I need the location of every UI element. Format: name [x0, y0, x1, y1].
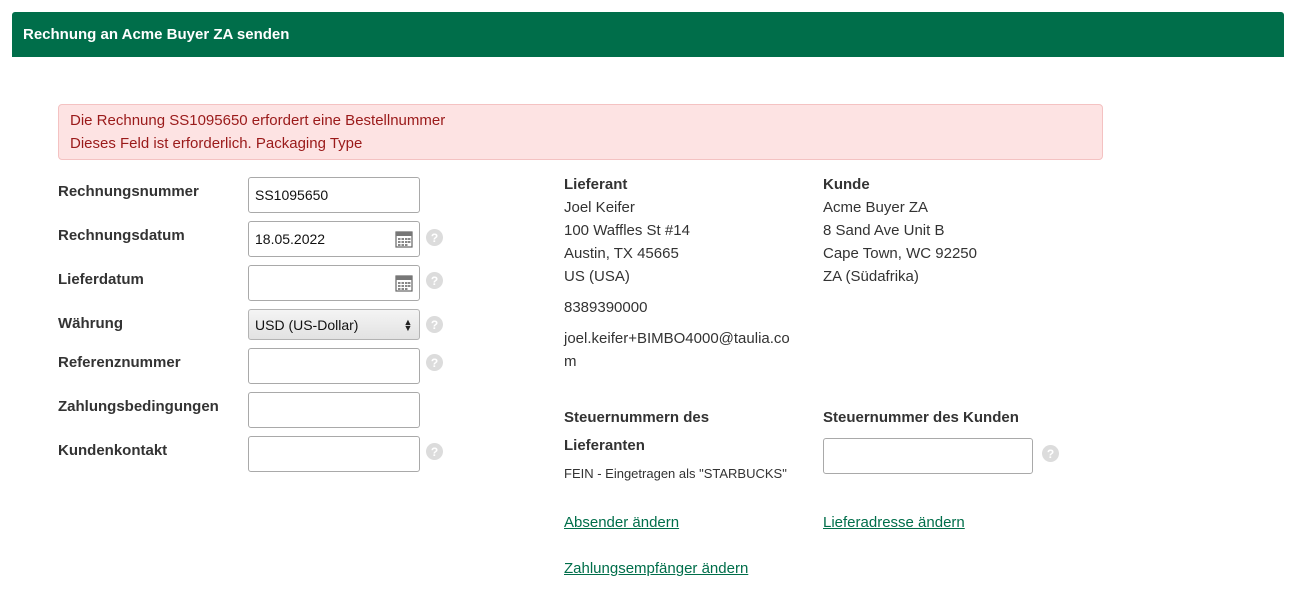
label-delivery-date: Lieferdatum	[58, 271, 144, 288]
change-delivery-address-link[interactable]: Lieferadresse ändern	[823, 514, 965, 531]
invoice-date-input[interactable]: 18.05.2022	[248, 221, 420, 257]
error-message-po: Die Rechnung SS1095650 erfordert eine Be…	[70, 112, 446, 129]
label-currency: Währung	[58, 315, 123, 332]
supplier-email-line1: joel.keifer+BIMBO4000@taulia.co	[564, 330, 790, 347]
dialog-title: Rechnung an Acme Buyer ZA senden	[23, 26, 290, 43]
customer-street: 8 Sand Ave Unit B	[823, 222, 945, 239]
customer-contact-input[interactable]	[248, 436, 420, 472]
help-icon-customer-tax[interactable]: ?	[1042, 445, 1059, 462]
error-message-required: Dieses Feld ist erforderlich. Packaging …	[70, 135, 363, 152]
customer-city: Cape Town, WC 92250	[823, 245, 977, 262]
supplier-tax-heading-line2: Lieferanten	[564, 437, 645, 454]
invoice-number-value: SS1095650	[255, 187, 329, 203]
supplier-tax-value: FEIN - Eingetragen als "STARBUCKS"	[564, 466, 787, 481]
calendar-icon[interactable]	[395, 274, 413, 292]
supplier-phone: 8389390000	[564, 299, 648, 316]
invoice-date-value: 18.05.2022	[255, 231, 326, 247]
calendar-icon[interactable]	[395, 230, 413, 248]
label-customer-contact: Kundenkontakt	[58, 442, 168, 459]
delivery-date-input[interactable]	[248, 265, 420, 301]
help-icon-reference-number[interactable]: ?	[426, 354, 443, 371]
label-invoice-number: Rechnungsnummer	[58, 183, 199, 200]
supplier-city: Austin, TX 45665	[564, 245, 679, 262]
error-alert: Die Rechnung SS1095650 erfordert eine Be…	[58, 104, 1103, 160]
supplier-email-line2: m	[564, 353, 577, 370]
customer-heading: Kunde	[823, 176, 870, 193]
supplier-country: US (USA)	[564, 268, 630, 285]
supplier-street: 100 Waffles St #14	[564, 222, 690, 239]
help-icon-customer-contact[interactable]: ?	[426, 443, 443, 460]
invoice-number-input[interactable]: SS1095650	[248, 177, 420, 213]
help-icon-invoice-date[interactable]: ?	[426, 229, 443, 246]
label-payment-terms: Zahlungsbedingungen	[58, 398, 219, 415]
change-payee-link[interactable]: Zahlungsempfänger ändern	[564, 560, 748, 577]
supplier-heading: Lieferant	[564, 176, 628, 193]
customer-tax-input[interactable]	[823, 438, 1033, 474]
customer-name: Acme Buyer ZA	[823, 199, 929, 216]
label-reference-number: Referenznummer	[58, 354, 181, 371]
customer-tax-heading: Steuernummer des Kunden	[823, 409, 1019, 426]
dialog-header: Rechnung an Acme Buyer ZA senden	[12, 12, 1284, 57]
reference-number-input[interactable]	[248, 348, 420, 384]
change-sender-link[interactable]: Absender ändern	[564, 514, 679, 531]
help-icon-currency[interactable]: ?	[426, 316, 443, 333]
supplier-tax-heading-line1: Steuernummern des	[564, 409, 710, 426]
payment-terms-input[interactable]	[248, 392, 420, 428]
currency-select[interactable]: USD (US-Dollar) ▲ ▼	[248, 309, 420, 340]
supplier-name: Joel Keifer	[564, 199, 635, 216]
customer-country: ZA (Südafrika)	[823, 268, 919, 285]
select-arrows-icon: ▲ ▼	[403, 316, 413, 333]
help-icon-delivery-date[interactable]: ?	[426, 272, 443, 289]
currency-value: USD (US-Dollar)	[255, 316, 359, 333]
label-invoice-date: Rechnungsdatum	[58, 227, 185, 244]
